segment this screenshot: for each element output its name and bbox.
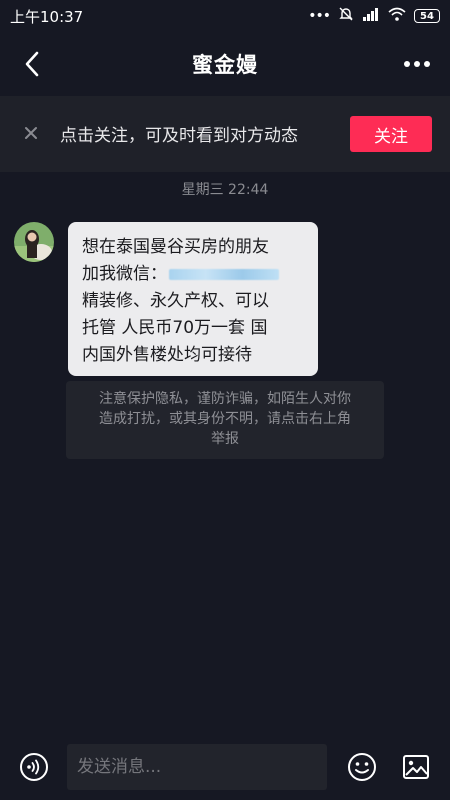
message-bubble[interactable]: 想在泰国曼谷买房的朋友 加我微信： 精装修、永久产权、可以 托管 人民币70万一… [68, 222, 318, 376]
message-line: 托管 人民币70万一套 国 [82, 318, 268, 338]
dots-icon: ••• [308, 8, 331, 24]
status-icons: ••• 54 [308, 6, 440, 26]
message-line-with-contact: 加我微信： [82, 261, 304, 288]
message-line: 精装修、永久产权、可以 [82, 291, 269, 311]
warning-line: 注意保护隐私，谨防诈骗，如陌生人对你 [99, 391, 351, 407]
message-input[interactable] [67, 744, 327, 790]
emoji-icon [348, 753, 376, 781]
mute-icon [338, 6, 354, 26]
avatar[interactable] [14, 222, 54, 262]
follow-hint-text: 点击关注，可及时看到对方动态 [60, 126, 298, 146]
message-line: 内国外售楼处均可接待 [82, 345, 252, 365]
image-icon [403, 755, 429, 779]
message-composer [0, 734, 450, 800]
close-banner-button[interactable] [20, 122, 42, 144]
voice-button[interactable] [19, 752, 49, 782]
warning-line: 造成打扰，或其身份不明，请点击右上角 [99, 411, 351, 427]
page-title: 蜜金嫚 [192, 53, 258, 77]
status-time: 上午10:37 [10, 7, 84, 26]
battery-icon: 54 [414, 9, 440, 23]
more-button[interactable] [402, 50, 432, 78]
chat-header: 蜜金嫚 [0, 32, 450, 96]
status-bar: 上午10:37 ••• 54 [0, 0, 450, 32]
close-icon [25, 127, 37, 139]
redacted-contact [169, 268, 279, 280]
voice-icon [20, 753, 48, 781]
signal-icon [362, 7, 380, 25]
chevron-left-icon [25, 51, 39, 77]
emoji-button[interactable] [347, 752, 377, 782]
message-line: 想在泰国曼谷买房的朋友 [82, 237, 269, 257]
message-line: 加我微信： [82, 264, 167, 284]
wifi-icon [388, 7, 406, 25]
image-button[interactable] [402, 753, 430, 781]
back-button[interactable] [18, 50, 46, 78]
follow-button[interactable]: 关注 [350, 116, 432, 152]
privacy-warning: 注意保护隐私，谨防诈骗，如陌生人对你 造成打扰，或其身份不明，请点击右上角 举报 [66, 381, 384, 459]
message-timestamp: 星期三 22:44 [181, 182, 269, 198]
more-dots-icon [404, 61, 430, 67]
warning-line: 举报 [211, 431, 239, 447]
